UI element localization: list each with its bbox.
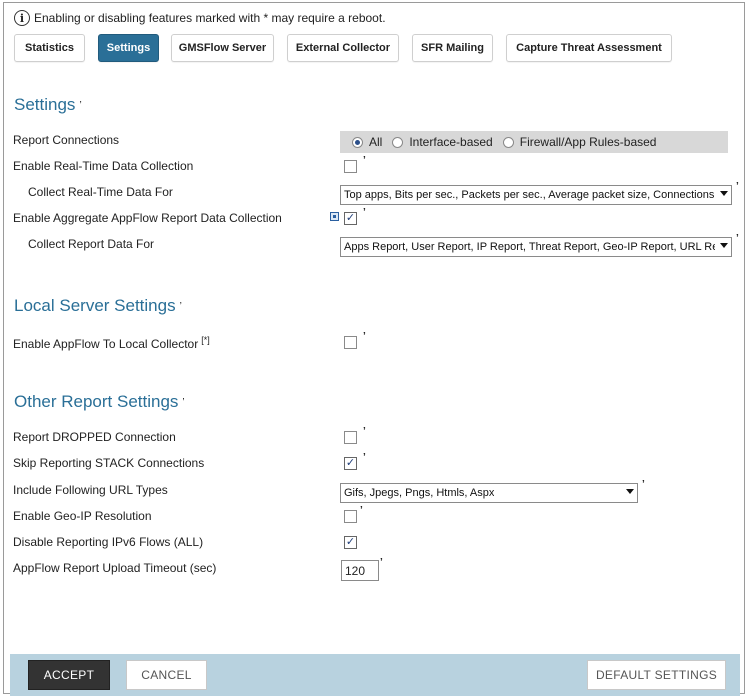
local-server-title: Local Server Settings	[14, 296, 176, 315]
dropped-checkbox[interactable]	[344, 431, 357, 444]
settings-panel: i Enabling or disabling features marked …	[3, 2, 745, 694]
settings-title: Settings	[14, 95, 76, 114]
ipv6-checkbox[interactable]: ✓	[344, 536, 357, 549]
info-icon: i	[14, 10, 30, 26]
aggregate-checkbox[interactable]: ✓	[344, 212, 357, 225]
tab-settings[interactable]: Settings	[98, 34, 159, 62]
ipv6-label: Disable Reporting IPv6 Flows (ALL)	[13, 535, 204, 549]
enable-local-checkbox[interactable]	[344, 336, 357, 349]
local-server-heading: Local Server Settings’	[14, 296, 182, 315]
realtime-for-label: Collect Real-Time Data For	[28, 185, 173, 199]
stack-label: Skip Reporting STACK Connections	[13, 456, 205, 470]
action-footer: ACCEPT CANCEL DEFAULT SETTINGS	[10, 654, 740, 696]
cancel-button[interactable]: CANCEL	[126, 660, 207, 690]
chevron-down-icon	[720, 191, 728, 196]
enable-local-label: Enable AppFlow To Local Collector [*]	[13, 335, 210, 351]
geoip-label: Enable Geo-IP Resolution	[13, 509, 152, 523]
other-report-heading: Other Report Settings’	[14, 392, 185, 411]
radio-button-firewall-app-rules[interactable]	[502, 136, 514, 148]
realtime-tick-mark: ’	[363, 155, 366, 166]
accept-button[interactable]: ACCEPT	[28, 660, 110, 690]
radio-button-all[interactable]	[352, 136, 363, 148]
stack-checkbox[interactable]: ✓	[344, 457, 357, 470]
realtime-label: Enable Real-Time Data Collection	[13, 159, 194, 173]
aggregate-label: Enable Aggregate AppFlow Report Data Col…	[13, 211, 282, 225]
reboot-notice: i Enabling or disabling features marked …	[14, 10, 386, 26]
timeout-label: AppFlow Report Upload Timeout (sec)	[13, 561, 217, 575]
radio-interface-based[interactable]: Interface-based	[392, 135, 493, 149]
chevron-down-icon	[626, 489, 634, 494]
timeout-input[interactable]: 120	[341, 560, 379, 581]
report-connections-label: Report Connections	[13, 133, 120, 147]
settings-heading: Settings’	[14, 95, 82, 114]
radio-all[interactable]: All	[352, 135, 382, 149]
dropped-label: Report DROPPED Connection	[13, 430, 176, 444]
other-report-title: Other Report Settings	[14, 392, 179, 411]
url-types-select[interactable]: Gifs, Jpegs, Pngs, Htmls, Aspx	[340, 483, 638, 503]
report-connections-radio-group: All Interface-based Firewall/App Rules-b…	[340, 131, 728, 153]
tab-statistics[interactable]: Statistics	[14, 34, 85, 62]
notice-text: Enabling or disabling features marked wi…	[34, 11, 386, 25]
tab-sfr-mailing[interactable]: SFR Mailing	[412, 34, 493, 62]
report-for-select[interactable]: Apps Report, User Report, IP Report, Thr…	[340, 237, 732, 257]
url-types-label: Include Following URL Types	[13, 483, 168, 497]
geoip-checkbox[interactable]	[344, 510, 357, 523]
chevron-down-icon	[720, 243, 728, 248]
help-icon[interactable]	[330, 212, 339, 221]
tab-gmsflow-server[interactable]: GMSFlow Server	[171, 34, 274, 62]
realtime-checkbox[interactable]	[344, 160, 357, 173]
report-for-label: Collect Report Data For	[28, 237, 155, 251]
default-settings-button[interactable]: DEFAULT SETTINGS	[587, 660, 726, 690]
radio-firewall-app-rules-based[interactable]: Firewall/App Rules-based	[502, 135, 656, 149]
realtime-for-select[interactable]: Top apps, Bits per sec., Packets per sec…	[340, 185, 732, 205]
tab-capture-threat-assessment[interactable]: Capture Threat Assessment	[506, 34, 672, 62]
radio-button-interface-based[interactable]	[392, 136, 404, 148]
tab-external-collector[interactable]: External Collector	[287, 34, 399, 62]
